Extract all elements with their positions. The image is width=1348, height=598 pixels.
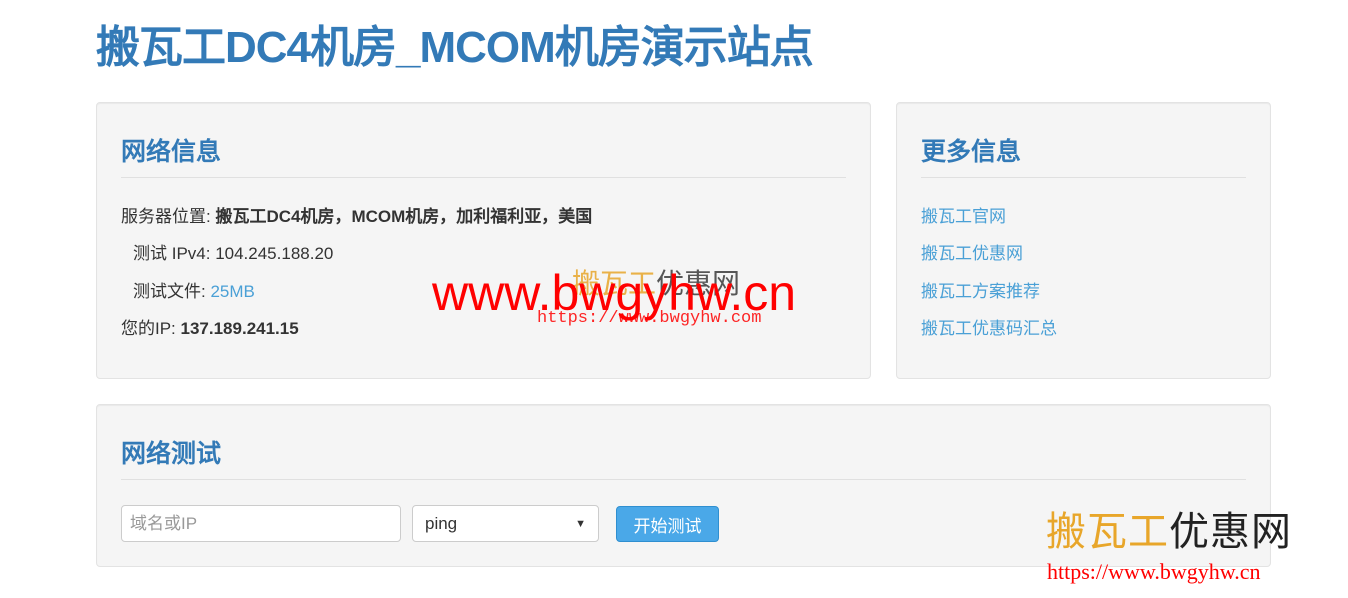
method-select[interactable]: ping ▼ — [412, 505, 599, 542]
method-selected-value: ping — [425, 513, 458, 533]
ipv4-value: 104.245.188.20 — [215, 244, 334, 263]
your-ip-value: 137.189.241.15 — [180, 319, 299, 338]
ipv4-label: 测试 IPv4: — [133, 244, 216, 263]
test-file-link[interactable]: 25MB — [210, 282, 254, 301]
more-info-panel: 更多信息 搬瓦工官网 搬瓦工优惠网 搬瓦工方案推荐 搬瓦工优惠码汇总 — [896, 102, 1271, 379]
server-location-value: 搬瓦工DC4机房，MCOM机房，加利福利亚，美国 — [215, 207, 593, 226]
page-title: 搬瓦工DC4机房_MCOM机房演示站点 — [96, 23, 814, 72]
test-file-row: 测试文件: 25MB — [133, 281, 255, 302]
host-input[interactable] — [121, 505, 401, 542]
network-test-panel: 网络测试 ping ▼ 开始测试 — [96, 404, 1271, 567]
server-location-label: 服务器位置: — [121, 207, 216, 226]
link-deals-site[interactable]: 搬瓦工优惠网 — [921, 243, 1023, 264]
server-location-row: 服务器位置: 搬瓦工DC4机房，MCOM机房，加利福利亚，美国 — [121, 206, 592, 227]
ipv4-row: 测试 IPv4: 104.245.188.20 — [133, 243, 333, 264]
start-test-button[interactable]: 开始测试 — [616, 506, 719, 542]
link-official-site[interactable]: 搬瓦工官网 — [921, 206, 1006, 227]
caret-down-icon: ▼ — [575, 517, 586, 530]
network-info-panel: 网络信息 服务器位置: 搬瓦工DC4机房，MCOM机房，加利福利亚，美国 测试 … — [96, 102, 871, 379]
your-ip-row: 您的IP: 137.189.241.15 — [121, 318, 299, 339]
network-info-heading: 网络信息 — [121, 137, 846, 178]
link-plan-recommendations[interactable]: 搬瓦工方案推荐 — [921, 281, 1040, 302]
more-info-heading: 更多信息 — [921, 137, 1246, 178]
network-test-heading: 网络测试 — [121, 439, 1246, 480]
your-ip-label: 您的IP: — [121, 319, 181, 338]
link-coupon-codes[interactable]: 搬瓦工优惠码汇总 — [921, 318, 1057, 339]
test-file-label: 测试文件: — [133, 282, 211, 301]
